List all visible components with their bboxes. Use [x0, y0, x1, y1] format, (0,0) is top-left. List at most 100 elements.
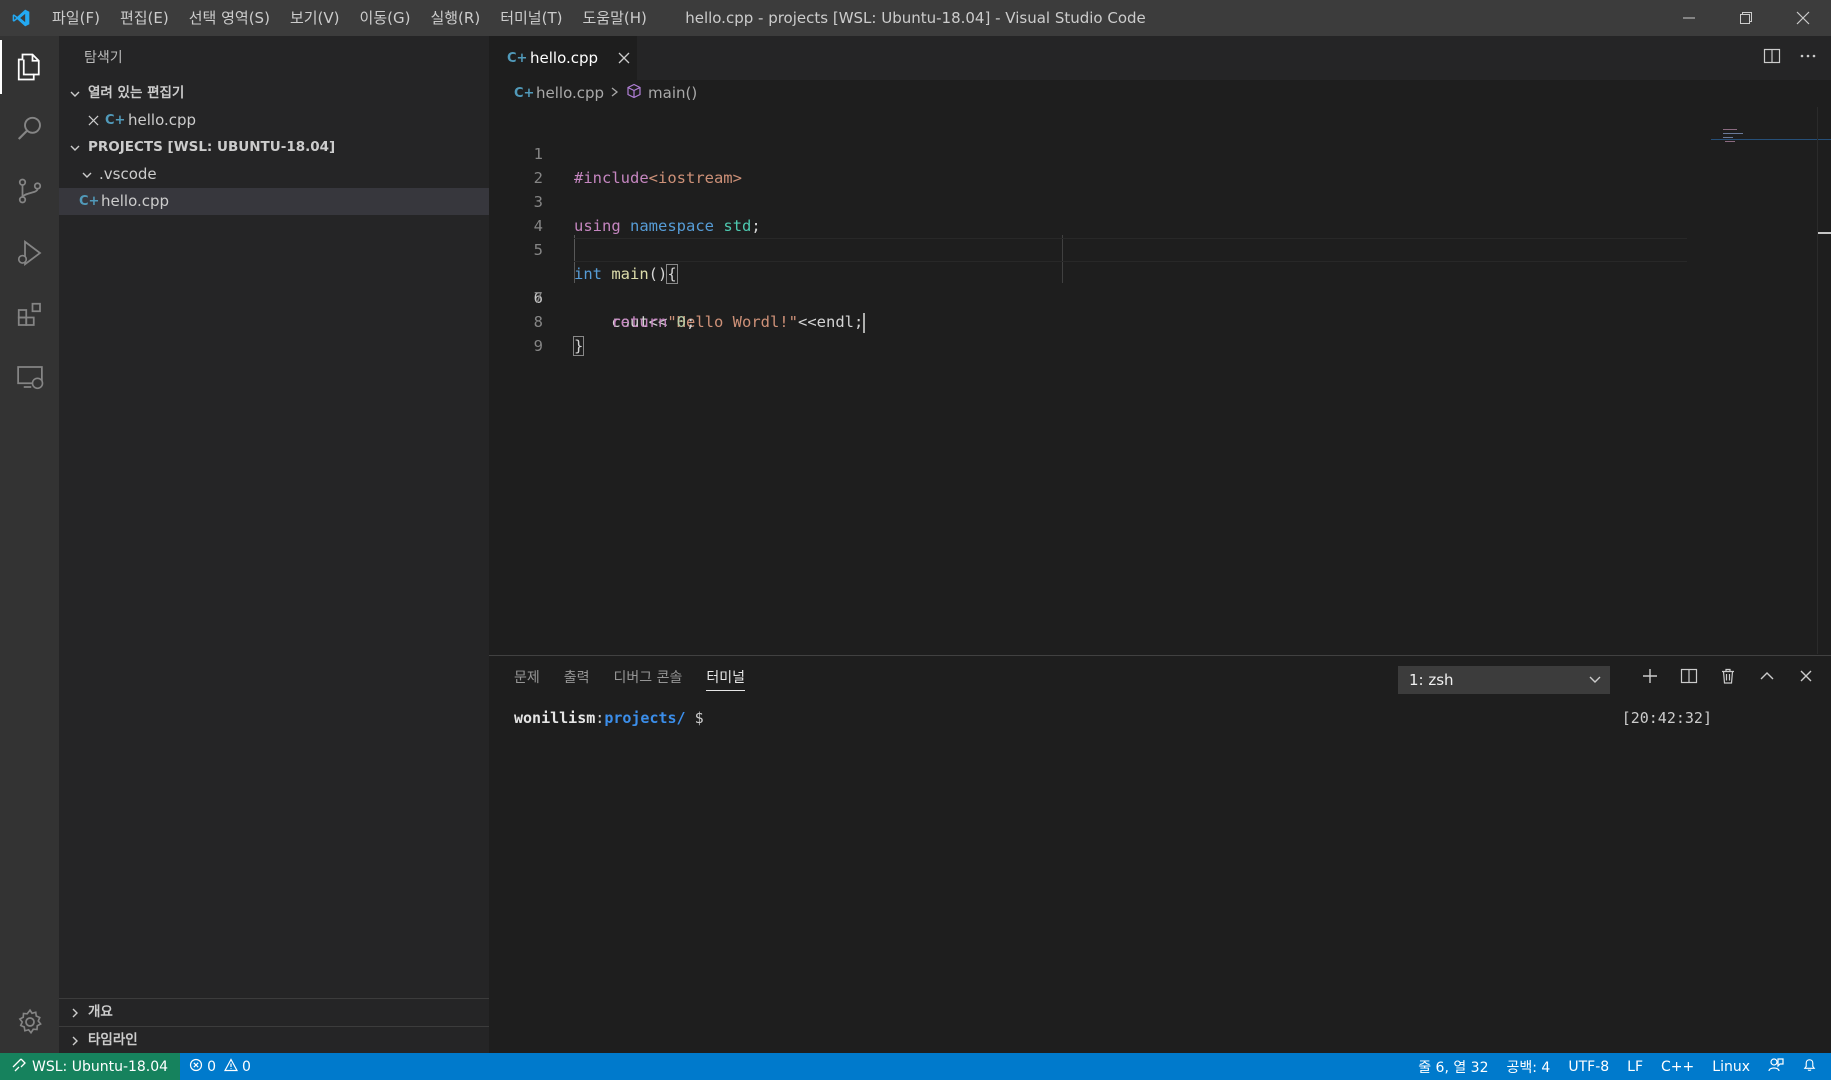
manage-activity-button[interactable] — [0, 991, 59, 1053]
search-activity-button[interactable] — [0, 98, 59, 160]
chevron-right-icon — [65, 1007, 85, 1019]
notifications-button[interactable] — [1793, 1053, 1831, 1080]
menu-terminal[interactable]: 터미널(T) — [490, 0, 572, 36]
os-indicator[interactable]: Linux — [1703, 1053, 1759, 1080]
breadcrumb-file[interactable]: hello.cpp — [536, 84, 604, 102]
menu-run[interactable]: 실행(R) — [420, 0, 490, 36]
open-editors-label: 열려 있는 편집기 — [88, 85, 185, 101]
menu-file[interactable]: 파일(F) — [42, 0, 110, 36]
workspace-header[interactable]: PROJECTS [WSL: UBUNTU-18.04] — [59, 134, 489, 161]
terminal-select[interactable]: 1: zsh — [1398, 666, 1610, 694]
explorer-sidebar: 탐색기 열려 있는 편집기 C+ hello.cpp PROJECTS [WSL… — [59, 36, 489, 1053]
more-actions-icon[interactable] — [1799, 47, 1817, 69]
folder-item-vscode[interactable]: .vscode — [59, 161, 489, 188]
sidebar-title: 탐색기 — [84, 50, 123, 66]
menu-help[interactable]: 도움말(H) — [572, 0, 656, 36]
menu-bar: 파일(F) 편집(E) 선택 영역(S) 보기(V) 이동(G) 실행(R) 터… — [42, 0, 657, 36]
gear-icon — [18, 1008, 42, 1035]
menu-selection[interactable]: 선택 영역(S) — [179, 0, 280, 36]
feedback-button[interactable] — [1759, 1053, 1793, 1080]
line-number: 9 — [533, 337, 543, 355]
outline-header[interactable]: 개요 — [59, 999, 489, 1026]
tab-problems[interactable]: 문제 — [514, 656, 540, 700]
open-editors-header[interactable]: 열려 있는 편집기 — [59, 80, 489, 107]
remote-icon — [12, 1058, 26, 1076]
open-editor-item[interactable]: C+ hello.cpp — [59, 107, 489, 134]
token-brace: } — [572, 336, 585, 356]
breadcrumb-symbol[interactable]: main() — [648, 84, 697, 102]
extensions-icon — [17, 302, 41, 326]
extensions-activity-button[interactable] — [0, 284, 59, 346]
close-tab-icon[interactable] — [618, 52, 630, 64]
explorer-activity-button[interactable] — [0, 36, 59, 98]
cpp-file-icon: C+ — [514, 85, 535, 101]
code-line: 4 — [489, 190, 1689, 235]
restore-button[interactable] — [1717, 0, 1774, 36]
indentation[interactable]: 공백: 4 — [1498, 1053, 1560, 1080]
workspace-label: PROJECTS [WSL: UBUNTU-18.04] — [88, 139, 336, 155]
split-editor-icon[interactable] — [1763, 47, 1781, 69]
minimap[interactable] — [1711, 107, 1831, 654]
problems-indicator[interactable]: 0 0 — [180, 1053, 260, 1080]
close-icon — [1796, 11, 1809, 25]
cpp-file-icon: C+ — [105, 113, 126, 128]
title-bar: 파일(F) 편집(E) 선택 영역(S) 보기(V) 이동(G) 실행(R) 터… — [0, 0, 1831, 36]
timeline-header[interactable]: 타임라인 — [59, 1027, 489, 1054]
timeline-section: 타임라인 — [59, 1026, 489, 1054]
panel-tabs: 문제 출력 디버그 콘솔 터미널 — [514, 656, 745, 700]
terminal-prompt[interactable]: wonillism:projects/ $ — [514, 709, 704, 727]
close-panel-icon[interactable] — [1797, 667, 1815, 689]
terminal-dollar: $ — [685, 709, 704, 727]
status-bar: WSL: Ubuntu-18.04 0 0 줄 6, 열 32 공백: 4 UT… — [0, 1053, 1831, 1080]
tab-debug-console[interactable]: 디버그 콘솔 — [614, 656, 683, 700]
remote-label: WSL: Ubuntu-18.04 — [32, 1058, 169, 1075]
encoding[interactable]: UTF-8 — [1559, 1053, 1618, 1080]
menu-go[interactable]: 이동(G) — [350, 0, 421, 36]
code-line-current: 6 cout<<"Hello Wordl!"<<endl; — [489, 238, 1689, 333]
end-of-line[interactable]: LF — [1618, 1053, 1652, 1080]
minimize-icon — [1682, 17, 1695, 19]
window-controls — [1660, 0, 1831, 36]
code-line: 3 using namespace std; — [489, 166, 1689, 235]
editor-tab-hello-cpp[interactable]: C+ hello.cpp — [489, 36, 637, 80]
source-control-icon — [18, 178, 41, 204]
close-editor-icon[interactable] — [85, 115, 101, 126]
source-control-activity-button[interactable] — [0, 160, 59, 222]
tab-output[interactable]: 출력 — [564, 656, 590, 700]
split-terminal-icon[interactable] — [1680, 667, 1698, 689]
maximize-panel-icon[interactable] — [1758, 667, 1776, 689]
code-line: 9 — [489, 310, 1689, 355]
bottom-panel: 문제 출력 디버그 콘솔 터미널 1: zsh wonillism:projec… — [489, 655, 1831, 1053]
editor-vertical-scrollbar[interactable] — [1817, 107, 1831, 654]
code-line: 8 } — [489, 286, 1689, 356]
language-mode[interactable]: C++ — [1652, 1053, 1703, 1080]
symbol-method-icon — [626, 83, 642, 103]
trash-icon[interactable] — [1719, 667, 1737, 689]
chevron-down-icon — [79, 169, 95, 181]
minimize-button[interactable] — [1660, 0, 1717, 36]
terminal-clock: [20:42:32] — [1621, 709, 1712, 727]
cursor-position[interactable]: 줄 6, 열 32 — [1409, 1053, 1497, 1080]
remote-indicator[interactable]: WSL: Ubuntu-18.04 — [0, 1053, 181, 1080]
new-terminal-icon[interactable] — [1641, 667, 1659, 689]
remote-explorer-activity-button[interactable] — [0, 346, 59, 408]
outline-label: 개요 — [88, 1004, 113, 1020]
editor-actions — [1763, 36, 1817, 80]
panel-actions — [1641, 656, 1815, 700]
menu-view[interactable]: 보기(V) — [280, 0, 350, 36]
scrollbar-cursor-marker — [1818, 232, 1831, 234]
search-icon — [17, 116, 41, 140]
run-debug-activity-button[interactable] — [0, 222, 59, 284]
chevron-down-icon — [65, 88, 85, 100]
code-line: 1 #include<iostream> — [489, 118, 1689, 187]
close-window-button[interactable] — [1774, 0, 1831, 36]
chevron-right-icon — [65, 1035, 85, 1047]
cpp-file-icon: C+ — [507, 50, 528, 66]
menu-edit[interactable]: 편집(E) — [110, 0, 179, 36]
terminal-select-value: 1: zsh — [1409, 671, 1454, 689]
file-item-hello-cpp[interactable]: C+ hello.cpp — [59, 188, 489, 215]
terminal-colon: : — [595, 709, 605, 727]
tab-terminal[interactable]: 터미널 — [706, 656, 745, 700]
open-editor-filename: hello.cpp — [128, 111, 197, 129]
remote-explorer-icon — [16, 366, 43, 390]
